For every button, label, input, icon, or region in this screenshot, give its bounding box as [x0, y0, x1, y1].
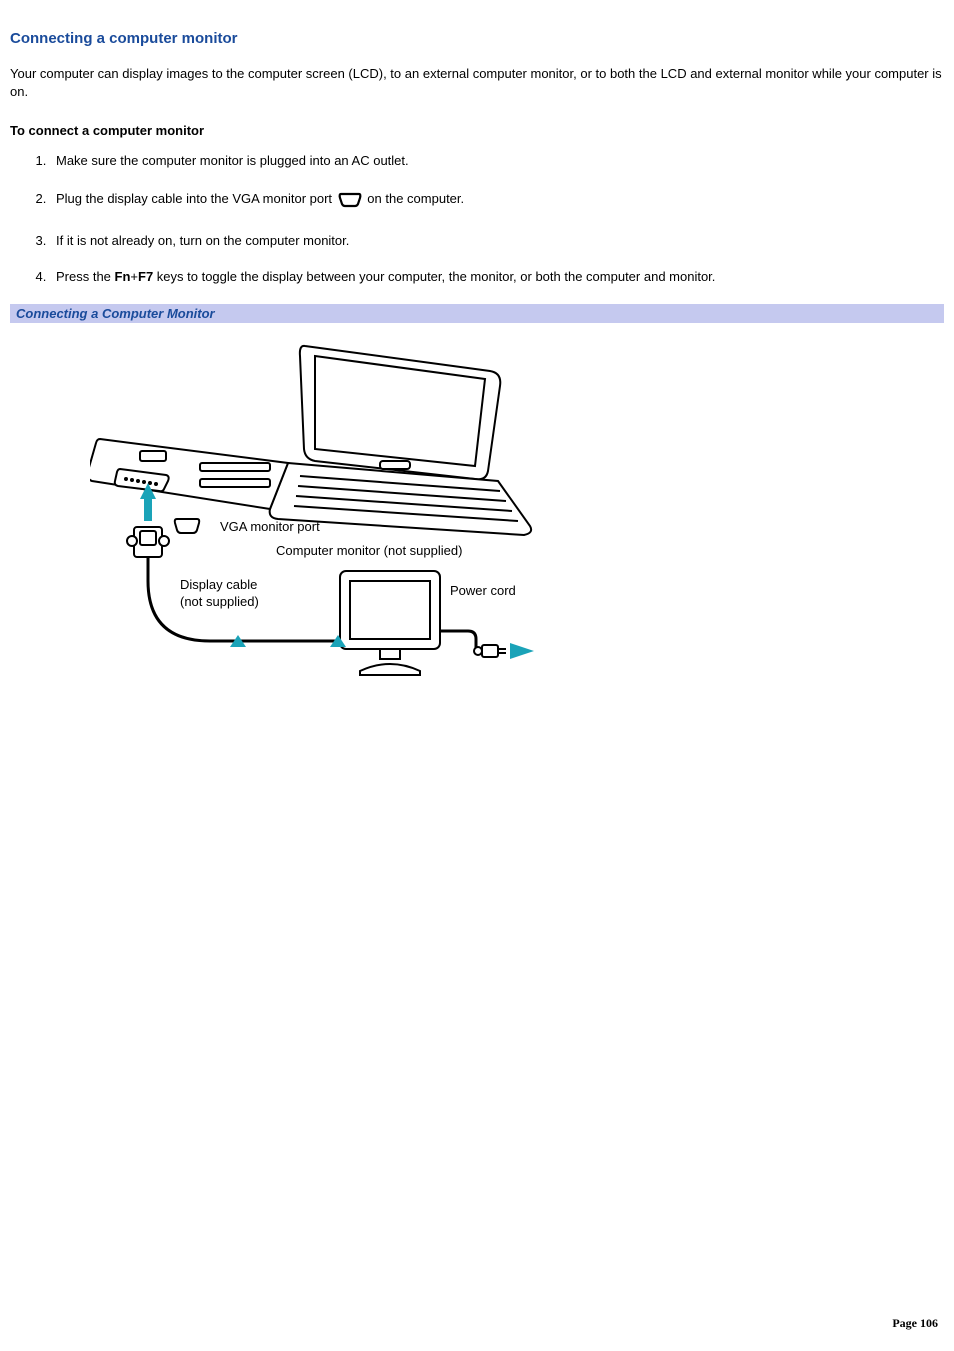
step-2-text-a: Plug the display cable into the VGA moni…	[56, 191, 336, 206]
step-4-key1: Fn	[115, 269, 131, 284]
step-2-text-b: on the computer.	[367, 191, 464, 206]
step-4-text-b: keys to toggle the display between your …	[153, 269, 715, 284]
power-plug	[474, 645, 506, 657]
step-3: If it is not already on, turn on the com…	[50, 232, 944, 250]
step-1: Make sure the computer monitor is plugge…	[50, 152, 944, 170]
step-4: Press the Fn+F7 keys to toggle the displ…	[50, 268, 944, 286]
power-cord-illustration	[440, 631, 476, 651]
page-title: Connecting a computer monitor	[10, 30, 944, 47]
page-footer: Page 106	[892, 1316, 938, 1331]
label-vga-port: VGA monitor port	[220, 519, 320, 534]
power-arrow	[510, 643, 534, 659]
step-4-key2: F7	[138, 269, 153, 284]
vga-symbol-icon	[175, 519, 200, 533]
procedure-subhead: To connect a computer monitor	[10, 123, 944, 138]
vga-port-icon	[338, 189, 362, 214]
label-power-cord: Power cord	[450, 583, 516, 598]
label-monitor-not-supplied: Computer monitor (not supplied)	[276, 543, 462, 558]
figure-area: VGA monitor port Display cable (not supp…	[10, 323, 954, 704]
steps-list: Make sure the computer monitor is plugge…	[10, 152, 944, 286]
external-monitor-illustration	[340, 571, 440, 675]
step-4-text-a: Press the	[56, 269, 115, 284]
intro-paragraph: Your computer can display images to the …	[10, 65, 944, 101]
step-2: Plug the display cable into the VGA moni…	[50, 189, 944, 214]
laptop-illustration	[90, 346, 531, 535]
step-4-plus: +	[130, 269, 138, 284]
connection-diagram: VGA monitor port Display cable (not supp…	[90, 331, 610, 701]
label-display-cable-line1: Display cable	[180, 577, 257, 592]
step-3-text: If it is not already on, turn on the com…	[56, 233, 349, 248]
figure-caption: Connecting a Computer Monitor	[10, 304, 944, 323]
step-1-text: Make sure the computer monitor is plugge…	[56, 153, 409, 168]
label-display-cable-line2: (not supplied)	[180, 594, 259, 609]
